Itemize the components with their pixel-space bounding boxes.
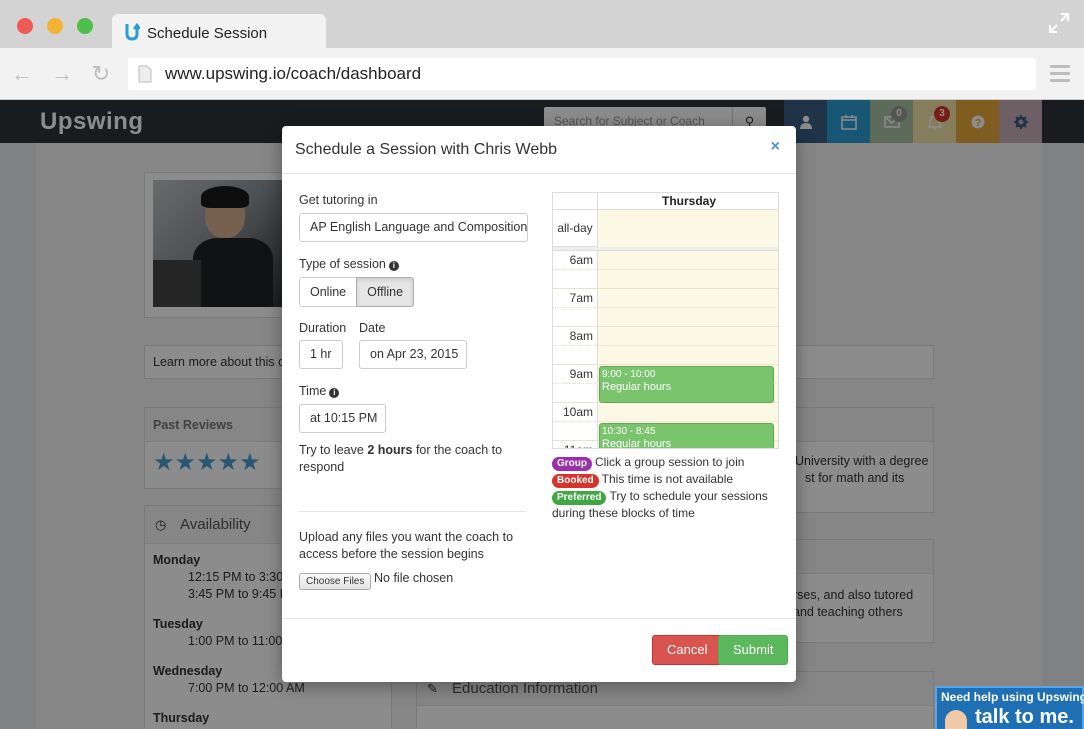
legend-preferred-line-2: during these blocks of time xyxy=(552,506,695,520)
modal-title: Schedule a Session with Chris Webb xyxy=(295,141,558,158)
preferred-pill: Preferred xyxy=(552,491,607,505)
date-field[interactable]: on Apr 23, 2015 xyxy=(359,340,467,369)
response-notice: Try to leave 2 hours for the coach to xyxy=(299,443,502,457)
hour-label: 9am xyxy=(569,367,593,381)
hour-label: 6am xyxy=(569,253,593,267)
time-label: Time i xyxy=(299,384,340,398)
upswing-logo-icon xyxy=(125,22,140,41)
calendar-header: Thursday xyxy=(553,193,778,210)
browser-tab-strip: Schedule Session xyxy=(0,0,1084,48)
cancel-button[interactable]: Cancel xyxy=(652,635,723,665)
calendar-time-grid[interactable]: 6am 7am 8am 9am 10am 11am 9:00 - 10:00 R… xyxy=(553,251,778,449)
offline-option[interactable]: Offline xyxy=(356,277,415,307)
back-arrow-icon[interactable]: ← xyxy=(10,62,34,86)
time-label-text: Time xyxy=(299,384,327,398)
all-day-row: all-day xyxy=(553,210,778,247)
schedule-session-modal: Schedule a Session with Chris Webb × Get… xyxy=(282,126,796,682)
modal-header: Schedule a Session with Chris Webb × xyxy=(282,126,796,174)
page-icon xyxy=(138,65,152,83)
online-option[interactable]: Online xyxy=(299,277,358,307)
help-widget-cta: talk to me. xyxy=(975,706,1074,728)
notice-text-end: for the coach to xyxy=(412,443,503,457)
form-divider xyxy=(299,511,526,512)
event-time: 9:00 - 10:00 xyxy=(602,369,656,380)
address-bar-row: ← → ↻ www.upswing.io/coach/dashboard xyxy=(0,48,1084,100)
forward-arrow-icon[interactable]: → xyxy=(50,62,74,86)
legend-group: Group Click a group session to join xyxy=(552,455,744,471)
choose-files-button[interactable]: Choose Files xyxy=(299,573,372,590)
close-window-button[interactable] xyxy=(17,18,33,34)
group-pill: Group xyxy=(552,457,592,471)
calendar-day-header: Thursday xyxy=(597,193,778,210)
time-slot[interactable] xyxy=(553,270,778,289)
duration-field[interactable]: 1 hr xyxy=(299,340,343,369)
availability-calendar: Thursday all-day 6am 7am 8am 9am 10am 11… xyxy=(552,192,779,449)
calendar-event[interactable]: 9:00 - 10:00 Regular hours xyxy=(599,366,774,403)
event-title: Regular hours xyxy=(602,438,672,449)
legend-preferred: Preferred Try to schedule your sessions xyxy=(552,489,768,505)
maximize-window-button[interactable] xyxy=(77,18,93,34)
time-slot[interactable] xyxy=(553,346,778,365)
minimize-window-button[interactable] xyxy=(47,18,63,34)
url-text: www.upswing.io/coach/dashboard xyxy=(165,64,422,83)
browser-tab[interactable]: Schedule Session xyxy=(112,14,326,48)
time-field[interactable]: at 10:15 PM xyxy=(299,404,386,433)
event-time: 10:30 - 8:45 xyxy=(602,426,656,437)
event-title: Regular hours xyxy=(602,381,672,393)
submit-button[interactable]: Submit xyxy=(718,635,789,665)
reload-icon[interactable]: ↻ xyxy=(89,62,113,86)
tab-title: Schedule Session xyxy=(147,25,268,42)
hour-label: 7am xyxy=(569,291,593,305)
upload-instructions-line-2: access before the session begins xyxy=(299,547,484,561)
notice-hours: 2 hours xyxy=(367,443,413,457)
file-status: No file chosen xyxy=(374,571,454,585)
hour-label: 10am xyxy=(562,405,593,419)
group-legend-text: Click a group session to join xyxy=(595,455,745,469)
support-avatar xyxy=(945,710,967,729)
url-field[interactable]: www.upswing.io/coach/dashboard xyxy=(128,58,1036,90)
modal-footer: Cancel Submit xyxy=(282,618,796,682)
subject-label: Get tutoring in xyxy=(299,193,378,207)
all-day-label: all-day xyxy=(557,221,593,235)
legend-booked: Booked This time is not available xyxy=(552,472,733,488)
help-chat-widget[interactable]: Need help using Upswing? talk to me. xyxy=(935,686,1084,729)
booked-pill: Booked xyxy=(552,474,599,488)
preferred-legend-text: Try to schedule your sessions xyxy=(609,489,768,503)
fullscreen-icon[interactable] xyxy=(1048,12,1070,34)
booked-legend-text: This time is not available xyxy=(601,472,734,486)
subject-field[interactable]: AP English Language and Composition xyxy=(299,213,528,242)
hour-label: 11am xyxy=(553,443,593,448)
close-icon[interactable]: × xyxy=(771,138,780,156)
session-type-label: Type of session i xyxy=(299,257,399,271)
info-icon[interactable]: i xyxy=(388,261,399,271)
calendar-event[interactable]: 10:30 - 8:45 Regular hours xyxy=(599,423,774,449)
upload-instructions: Upload any files you want the coach to xyxy=(299,530,514,544)
browser-menu-icon[interactable] xyxy=(1050,65,1070,83)
session-type-label-text: Type of session xyxy=(299,257,386,271)
help-widget-text: Need help using Upswing? xyxy=(941,690,1084,704)
response-notice-line-2: respond xyxy=(299,460,345,474)
duration-label: Duration xyxy=(299,321,347,335)
session-type-toggle: Online Offline xyxy=(299,277,415,307)
info-icon[interactable]: i xyxy=(329,388,340,398)
notice-text: Try to leave xyxy=(299,443,368,457)
all-day-cell[interactable] xyxy=(597,210,778,247)
date-label: Date xyxy=(359,321,386,335)
time-slot[interactable] xyxy=(553,308,778,327)
hour-label: 8am xyxy=(569,329,593,343)
